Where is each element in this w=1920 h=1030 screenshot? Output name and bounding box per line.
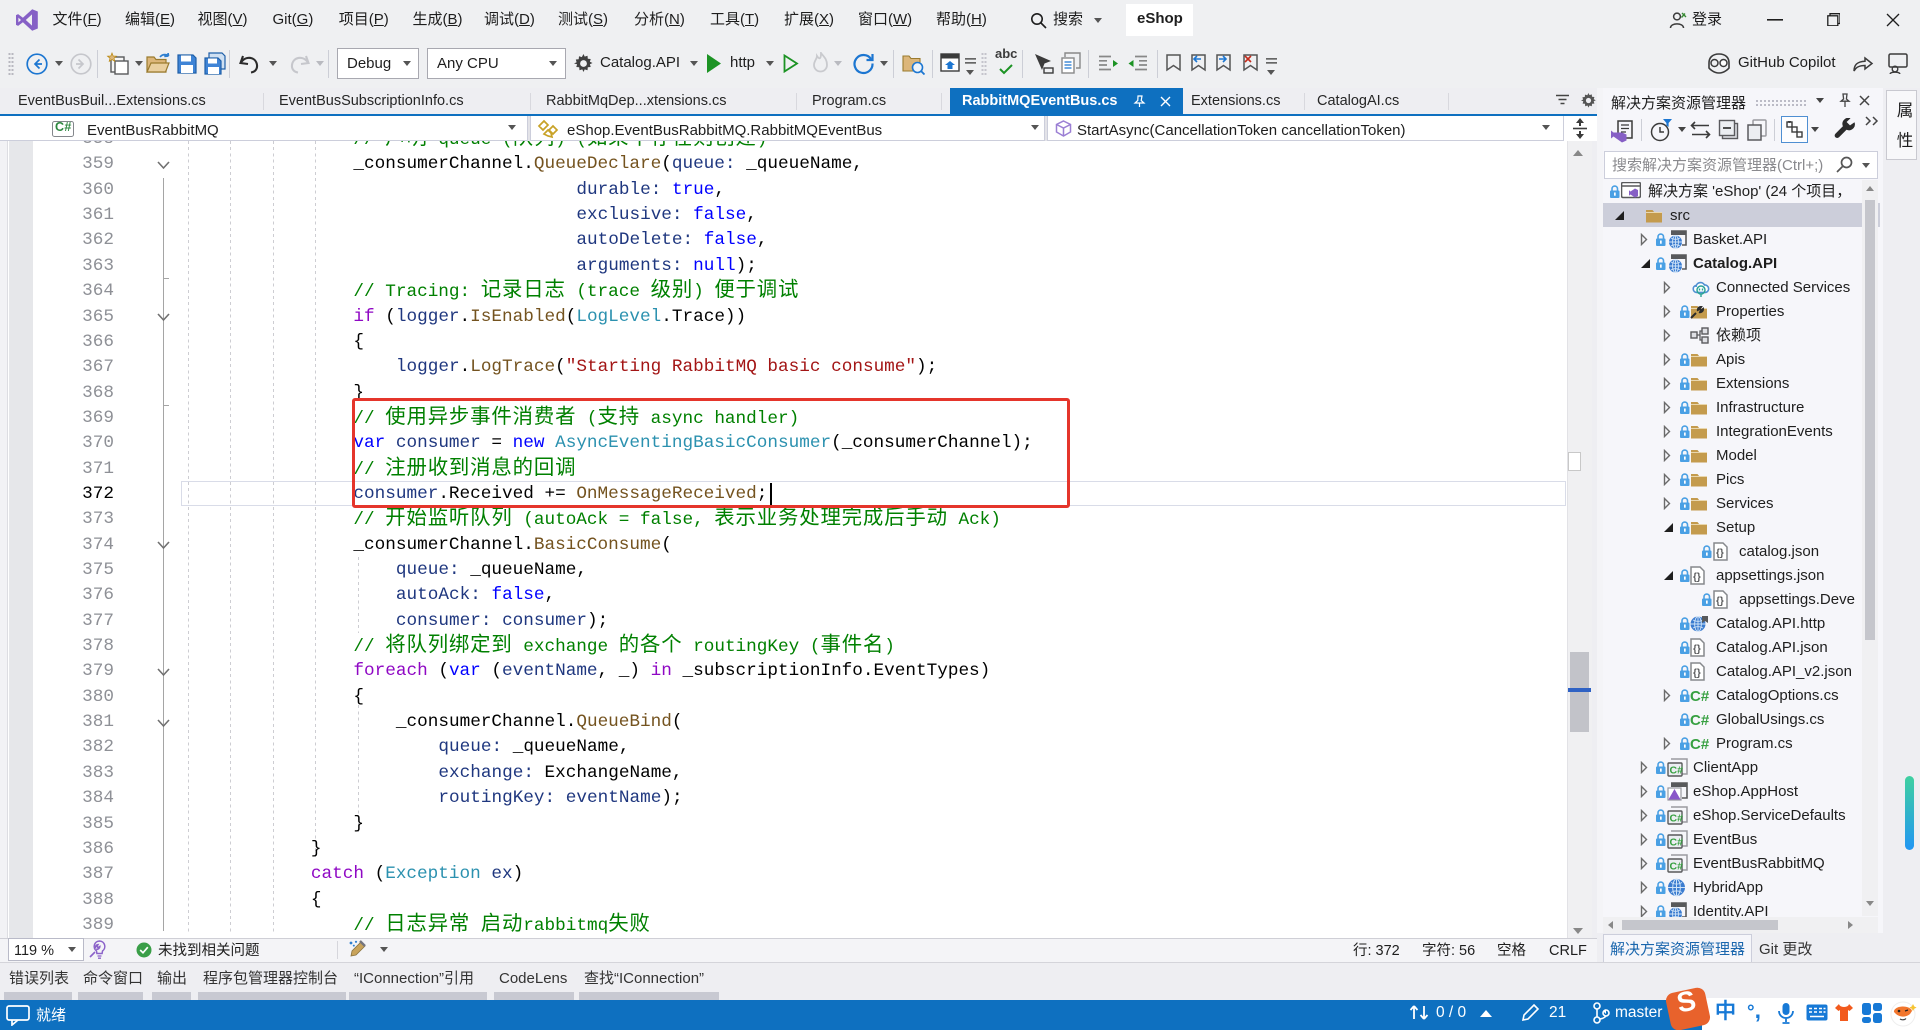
svg-text:C#: C# xyxy=(1690,736,1710,752)
svg-text:{}: {} xyxy=(1716,548,1724,559)
svg-text:{}: {} xyxy=(1716,596,1724,607)
svg-text:C#: C# xyxy=(1670,837,1684,849)
svg-text:C#: C# xyxy=(1670,861,1684,873)
svg-text:{}: {} xyxy=(1693,644,1701,655)
svg-text:C#: C# xyxy=(1690,712,1710,728)
svg-text:C#: C# xyxy=(1670,813,1684,825)
svg-text:C#: C# xyxy=(1670,765,1684,777)
svg-text:{}: {} xyxy=(1693,668,1701,679)
svg-text:C#: C# xyxy=(1690,688,1710,704)
svg-text:{}: {} xyxy=(1693,572,1701,583)
